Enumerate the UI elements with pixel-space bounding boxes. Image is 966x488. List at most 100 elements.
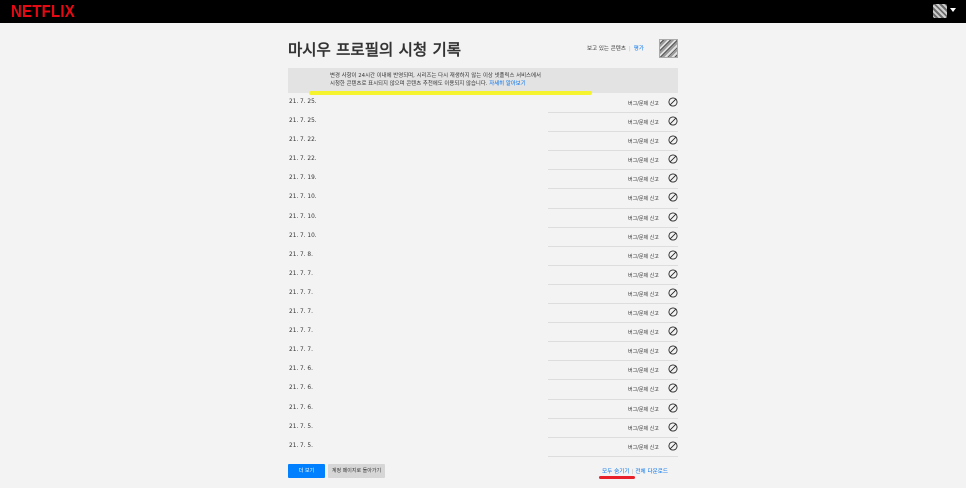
account-avatar[interactable] [933,4,947,18]
row-date: 21. 7. 6. [289,404,313,411]
back-to-account-button[interactable]: 계정 페이지로 돌아가기 [328,464,385,478]
report-problem-link[interactable]: 버그/문제 신고 [628,157,659,164]
row-date: 21. 7. 10. [289,194,317,201]
table-row: 21. 7. 10. 버그/문제 신고 [288,189,678,209]
hide-from-history-icon[interactable] [668,383,678,393]
table-row: 21. 7. 22. 버그/문제 신고 [288,132,678,152]
row-date: 21. 7. 5. [289,442,313,449]
row-date: 21. 7. 8. [289,251,313,258]
profile-avatar [659,39,678,58]
hide-from-history-icon[interactable] [668,422,678,432]
row-date: 21. 7. 19. [289,175,317,182]
rating-activity-link[interactable]: 평가 [634,46,644,52]
hide-from-history-icon[interactable] [668,307,678,317]
hide-from-history-icon[interactable] [668,212,678,222]
hide-from-history-icon[interactable] [668,154,678,164]
report-problem-link[interactable]: 버그/문제 신고 [628,253,659,260]
report-problem-link[interactable]: 버그/문제 신고 [628,234,659,241]
table-row: 21. 7. 6. 버그/문제 신고 [288,380,678,400]
hide-from-history-icon[interactable] [668,97,678,107]
hide-from-history-icon[interactable] [668,135,678,145]
netflix-logo[interactable]: NETFLIX [11,2,75,23]
row-date: 21. 7. 22. [289,156,317,163]
report-problem-link[interactable]: 버그/문제 신고 [628,272,659,279]
learn-more-link[interactable]: 자세히 알아보기 [489,81,525,87]
divider: | [628,46,631,52]
table-row: 21. 7. 7. 버그/문제 신고 [288,266,678,285]
notice-line-2: 시청한 콘텐츠로 표시되지 않으며 콘텐츠 추천에도 이용되지 않습니다. 자세… [330,81,526,88]
report-problem-link[interactable]: 버그/문제 신고 [628,386,659,393]
annotation-underline [599,476,635,479]
report-problem-link[interactable]: 버그/문제 신고 [628,119,659,126]
row-date: 21. 7. 7. [289,289,313,296]
report-problem-link[interactable]: 버그/문제 신고 [628,444,659,451]
hide-from-history-icon[interactable] [668,250,678,260]
table-row: 21. 7. 7. 버그/문제 신고 [288,323,678,343]
row-date: 21. 7. 10. [289,232,317,239]
hide-from-history-icon[interactable] [668,402,678,413]
row-date: 21. 7. 6. [289,366,313,373]
report-problem-link[interactable]: 버그/문제 신고 [628,176,659,183]
report-problem-link[interactable]: 버그/문제 신고 [628,195,659,202]
table-row: 21. 7. 5. 버그/문제 신고 [288,438,678,457]
bottom-actions: 모두 숨기기 | 전체 다운로드 [602,467,668,475]
download-all-link[interactable]: 전체 다운로드 [635,469,668,475]
table-row: 21. 7. 7. 버그/문제 신고 [288,304,678,324]
hide-from-history-icon[interactable] [668,345,678,355]
hide-from-history-icon[interactable] [668,231,678,241]
row-date: 21. 7. 22. [289,137,317,144]
table-row: 21. 7. 19. 버그/문제 신고 [288,170,678,190]
report-problem-link[interactable]: 버그/문제 신고 [628,100,659,107]
row-date: 21. 7. 25. [289,99,317,105]
row-date: 21. 7. 25. [289,118,317,125]
row-date: 21. 7. 7. [289,309,313,316]
top-nav-bar: NETFLIX [0,0,966,23]
hide-from-history-icon[interactable] [668,192,678,203]
table-row: 21. 7. 22. 버그/문제 신고 [288,151,678,171]
report-problem-link[interactable]: 버그/문제 신고 [628,425,659,432]
table-row: 21. 7. 25. 버그/문제 신고 [288,113,678,133]
view-toggle: 보고 있는 콘텐츠 | 평가 [587,44,644,52]
hide-from-history-icon[interactable] [668,269,678,279]
show-more-button[interactable]: 더 보기 [288,464,325,478]
table-row: 21. 7. 6. 버그/문제 신고 [288,400,678,419]
row-date: 21. 7. 5. [289,423,313,430]
table-row: 21. 7. 7. 버그/문제 신고 [288,342,678,362]
viewing-activity-link[interactable]: 보고 있는 콘텐츠 [587,46,626,52]
table-row: 21. 7. 6. 버그/문제 신고 [288,361,678,381]
divider: | [631,469,634,475]
hide-from-history-icon[interactable] [668,116,678,126]
report-problem-link[interactable]: 버그/문제 신고 [628,406,659,413]
history-list: 21. 7. 25. 버그/문제 신고 21. 7. 25. 버그/문제 신고 21. … [288,94,678,457]
page-title: 마시우 프로필의 시청 기록 [288,41,462,59]
report-problem-link[interactable]: 버그/문제 신고 [628,367,659,374]
hide-from-history-icon[interactable] [668,288,678,298]
table-row: 21. 7. 10. 버그/문제 신고 [288,209,678,228]
row-date: 21. 7. 7. [289,328,313,335]
table-row: 21. 7. 10. 버그/문제 신고 [288,228,678,247]
report-problem-link[interactable]: 버그/문제 신고 [628,138,659,145]
hide-all-link[interactable]: 모두 숨기기 [602,469,630,475]
table-row: 21. 7. 7. 버그/문제 신고 [288,285,678,305]
report-problem-link[interactable]: 버그/문제 신고 [628,215,659,222]
notice-line-2-text: 시청한 콘텐츠로 표시되지 않으며 콘텐츠 추천에도 이용되지 않습니다. [330,80,488,87]
hide-from-history-icon[interactable] [668,326,678,336]
row-date: 21. 7. 7. [289,347,313,354]
row-date: 21. 7. 6. [289,385,313,392]
info-notice: 변경 사항이 24시간 이내에 반영되며, 시리즈는 다시 재생하지 않는 이상… [288,68,678,93]
row-date: 21. 7. 10. [289,213,317,220]
table-row: 21. 7. 8. 버그/문제 신고 [288,247,678,266]
row-divider [548,455,678,457]
row-date: 21. 7. 7. [289,270,313,277]
report-problem-link[interactable]: 버그/문제 신고 [628,348,659,355]
hide-from-history-icon[interactable] [668,173,678,183]
chevron-down-icon[interactable] [950,8,956,12]
report-problem-link[interactable]: 버그/문제 신고 [628,291,659,298]
table-row: 21. 7. 5. 버그/문제 신고 [288,419,678,438]
report-problem-link[interactable]: 버그/문제 신고 [628,310,659,317]
report-problem-link[interactable]: 버그/문제 신고 [628,329,659,336]
notice-line-1: 변경 사항이 24시간 이내에 반영되며, 시리즈는 다시 재생하지 않는 이상… [330,73,541,79]
hide-from-history-icon[interactable] [668,364,678,374]
hide-from-history-icon[interactable] [668,441,678,451]
table-row: 21. 7. 25. 버그/문제 신고 [288,94,678,114]
